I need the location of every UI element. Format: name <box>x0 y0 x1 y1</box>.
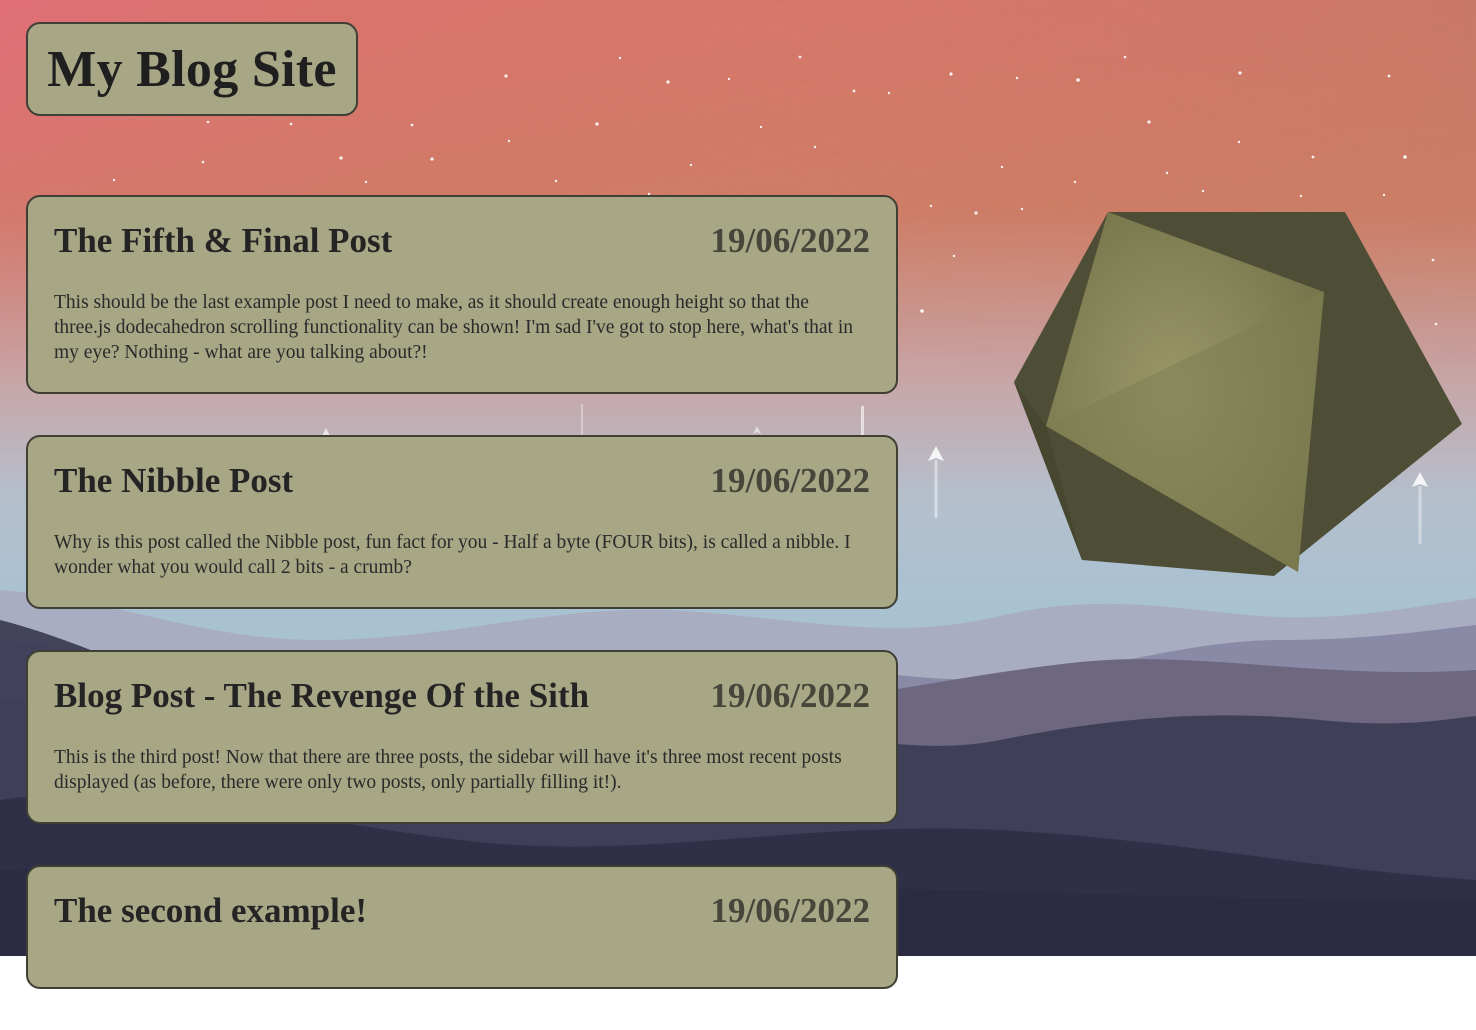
dodecahedron-3d-object <box>1000 200 1476 600</box>
post-header: Blog Post - The Revenge Of the Sith 19/0… <box>54 676 870 716</box>
post-card[interactable]: The Nibble Post 19/06/2022 Why is this p… <box>26 435 898 609</box>
post-date: 19/06/2022 <box>710 461 870 500</box>
site-title[interactable]: My Blog Site <box>47 40 337 99</box>
post-title[interactable]: The Fifth & Final Post <box>54 221 392 261</box>
post-date: 19/06/2022 <box>710 221 870 260</box>
post-title[interactable]: The Nibble Post <box>54 461 293 501</box>
post-card[interactable]: Blog Post - The Revenge Of the Sith 19/0… <box>26 650 898 824</box>
post-header: The Nibble Post 19/06/2022 <box>54 461 870 501</box>
post-card[interactable]: The Fifth & Final Post 19/06/2022 This s… <box>26 195 898 394</box>
site-title-box: My Blog Site <box>26 22 358 116</box>
post-header: The Fifth & Final Post 19/06/2022 <box>54 221 870 261</box>
post-date: 19/06/2022 <box>710 676 870 715</box>
post-date: 19/06/2022 <box>710 891 870 930</box>
post-excerpt: This is the third post! Now that there a… <box>54 747 842 793</box>
post-header: The second example! 19/06/2022 <box>54 891 870 931</box>
post-title[interactable]: Blog Post - The Revenge Of the Sith <box>54 676 589 716</box>
post-excerpt: This should be the last example post I n… <box>54 292 853 363</box>
post-card[interactable]: The second example! 19/06/2022 <box>26 865 898 989</box>
post-list: The Fifth & Final Post 19/06/2022 This s… <box>26 195 898 1030</box>
post-title[interactable]: The second example! <box>54 891 367 931</box>
post-excerpt: Why is this post called the Nibble post,… <box>54 532 851 578</box>
